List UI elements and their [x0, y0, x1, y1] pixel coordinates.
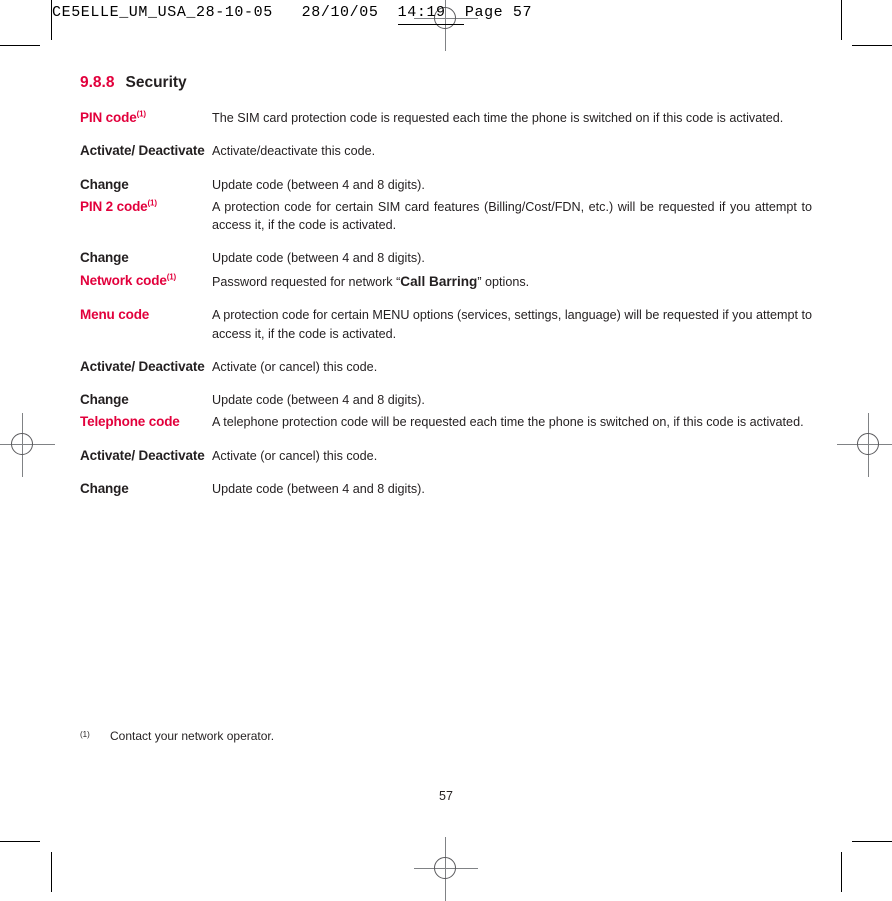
description-cell: Activate (or cancel) this code. — [212, 359, 378, 374]
term-cell: Activate/ Deactivate — [80, 358, 212, 391]
description-emphasis: Call Barring — [400, 273, 478, 289]
slug-time-underline — [398, 24, 464, 25]
term-label: Change — [80, 250, 129, 266]
term-label: PIN 2 code — [80, 198, 148, 214]
slug-rule-right — [841, 0, 842, 36]
description-cell: Update code (between 4 and 8 digits). — [212, 177, 425, 192]
description-prefix: Password requested for network “ — [212, 274, 401, 289]
page-content: 9.8.8 Security PIN code(1) The SIM card p… — [80, 74, 812, 502]
crop-mark-bottom-left-horizontal — [0, 841, 40, 842]
term-cell: Change — [80, 249, 212, 271]
table-row: Change Update code (between 4 and 8 digi… — [80, 249, 812, 271]
registration-mark-bottom — [414, 837, 478, 901]
term-cell: Change — [80, 176, 212, 198]
term-cell: Menu code — [80, 306, 212, 358]
term-cell: PIN 2 code(1) — [80, 198, 212, 250]
registration-mark-right — [837, 413, 892, 477]
table-row: Change Update code (between 4 and 8 digi… — [80, 480, 812, 502]
section-number: 9.8.8 — [80, 74, 115, 91]
term-cell: PIN code(1) — [80, 109, 212, 142]
table-row: PIN 2 code(1) A protection code for cert… — [80, 198, 812, 250]
page-number: 57 — [439, 789, 453, 803]
footnote-text: Contact your network operator. — [110, 729, 275, 743]
description-suffix: ” options. — [477, 274, 530, 289]
term-label: Activate/ Deactivate — [80, 358, 205, 374]
table-row: Menu code A protection code for certain … — [80, 306, 812, 358]
registration-circle — [11, 433, 33, 455]
registration-circle — [434, 857, 456, 879]
imposition-slug-line: CE5ELLE_UM_USA_28-10-05 28/10/05 14:19 P… — [52, 4, 533, 21]
description-cell: A protection code for certain SIM card f… — [212, 199, 812, 233]
term-label: Telephone code — [80, 414, 180, 430]
term-label: PIN code — [80, 110, 137, 126]
term-label: Network code — [80, 272, 167, 288]
table-row: Change Update code (between 4 and 8 digi… — [80, 391, 812, 413]
table-row: Network code(1) Password requested for n… — [80, 272, 812, 307]
footnote: (1) Contact your network operator. — [80, 729, 680, 745]
term-label: Change — [80, 176, 129, 192]
term-cell: Network code(1) — [80, 272, 212, 307]
registration-circle — [857, 433, 879, 455]
footnote-reference: (1) — [136, 109, 146, 119]
table-row: PIN code(1) The SIM card protection code… — [80, 109, 812, 142]
page-title: 9.8.8 Security — [80, 74, 812, 91]
term-label: Activate/ Deactivate — [80, 143, 205, 159]
registration-mark-left — [0, 413, 55, 477]
table-row: Activate/ Deactivate Activate/deactivate… — [80, 142, 812, 175]
table-row: Change Update code (between 4 and 8 digi… — [80, 176, 812, 198]
term-label: Change — [80, 480, 129, 496]
description-cell: Password requested for network “Call Bar… — [212, 272, 812, 307]
description-cell: A protection code for certain MENU optio… — [212, 308, 812, 341]
table-row: Activate/ Deactivate Activate (or cancel… — [80, 447, 812, 480]
footnote-marker: (1) — [80, 730, 90, 739]
description-cell: Activate/deactivate this code. — [212, 144, 376, 159]
description-cell: Update code (between 4 and 8 digits). — [212, 481, 425, 496]
term-label: Change — [80, 392, 129, 407]
security-settings-table: PIN code(1) The SIM card protection code… — [80, 109, 812, 502]
footnote-reference: (1) — [166, 272, 177, 282]
description-cell: Update code (between 4 and 8 digits). — [212, 393, 425, 407]
table-row: Activate/ Deactivate Activate (or cancel… — [80, 358, 812, 391]
term-cell: Telephone code — [80, 413, 212, 446]
crop-mark-top-left-horizontal — [0, 45, 40, 46]
term-cell: Change — [80, 391, 212, 413]
term-cell: Activate/ Deactivate — [80, 142, 212, 175]
term-label: Menu code — [80, 307, 150, 323]
footnote-reference: (1) — [147, 198, 157, 208]
term-cell: Activate/ Deactivate — [80, 447, 212, 480]
description-cell: Activate (or cancel) this code. — [212, 448, 378, 463]
crop-mark-bottom-right-vertical — [841, 852, 842, 892]
crop-mark-bottom-right-horizontal — [852, 841, 892, 842]
term-label: Activate/ Deactivate — [80, 447, 205, 463]
description-cell: Update code (between 4 and 8 digits). — [212, 251, 425, 266]
description-cell: A telephone protection code will be requ… — [212, 415, 804, 430]
crop-mark-top-right-horizontal — [852, 45, 892, 46]
description-cell: The SIM card protection code is requeste… — [212, 111, 784, 126]
crop-mark-bottom-left-vertical — [51, 852, 52, 892]
table-row: Telephone code A telephone protection co… — [80, 413, 812, 446]
section-title-label: Security — [125, 74, 187, 91]
term-cell: Change — [80, 480, 212, 502]
